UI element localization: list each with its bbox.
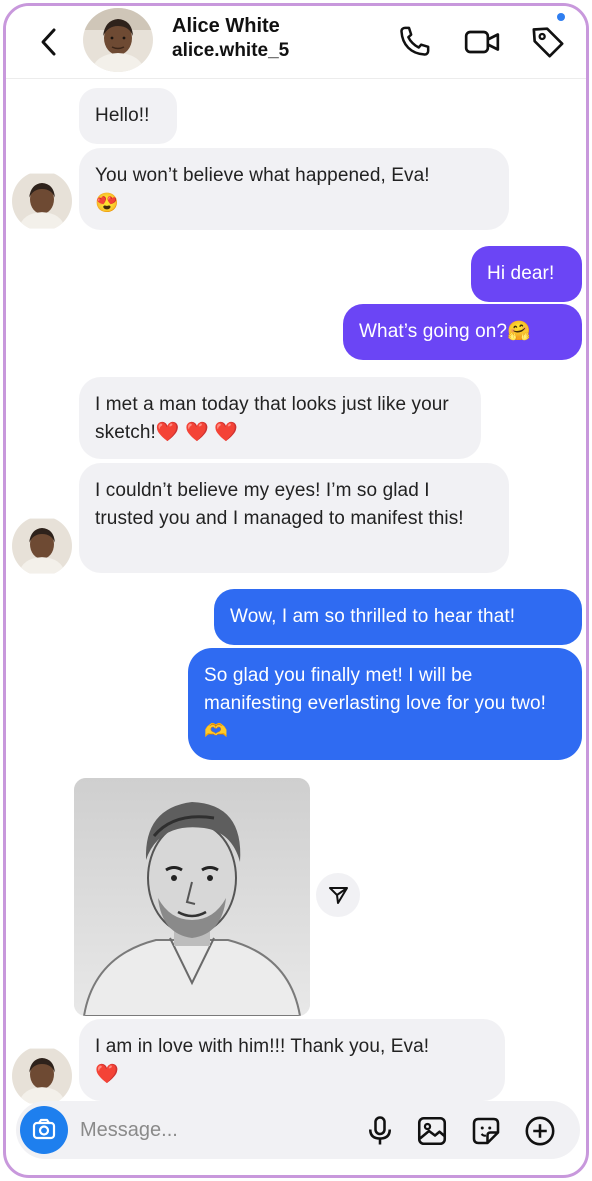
sticker-button[interactable] [468, 1113, 504, 1149]
phone-icon [400, 26, 430, 56]
message-incoming[interactable]: You won’t believe what happened, Eva! 😍 [79, 148, 509, 230]
video-icon [464, 30, 500, 54]
emoji-hearts: ❤️ ❤️ ❤️ [155, 422, 238, 443]
chat-header: Alice White alice.white_5 [6, 6, 586, 79]
message-incoming[interactable]: I met a man today that looks just like y… [79, 377, 481, 459]
message-text: So glad you finally met! I will be manif… [204, 665, 547, 714]
contact-username[interactable]: alice.white_5 [172, 40, 289, 62]
voice-button[interactable] [362, 1113, 398, 1149]
send-icon [329, 887, 348, 904]
header-avatar[interactable] [83, 8, 153, 72]
message-outgoing[interactable]: What’s going on?🤗 [343, 304, 582, 360]
gallery-icon [417, 1116, 447, 1146]
plus-icon [525, 1116, 555, 1146]
video-call-button[interactable] [462, 22, 502, 62]
message-incoming[interactable]: I couldn’t believe my eyes! I’m so glad … [79, 463, 509, 573]
message-composer: Message... [16, 1101, 580, 1159]
portrait-sketch-image [74, 778, 310, 1016]
notification-dot [557, 13, 565, 21]
message-outgoing[interactable]: Wow, I am so thrilled to hear that! [214, 589, 582, 645]
emoji-hug: 🤗 [507, 321, 531, 342]
message-text: Wow, I am so thrilled to hear that! [230, 606, 516, 627]
message-outgoing[interactable]: So glad you finally met! I will be manif… [188, 648, 582, 760]
microphone-icon [368, 1116, 392, 1145]
camera-icon [32, 1118, 56, 1140]
message-text: I couldn’t believe my eyes! I’m so glad … [95, 480, 464, 529]
gallery-button[interactable] [414, 1113, 450, 1149]
sender-avatar[interactable] [12, 1046, 72, 1106]
back-icon [41, 28, 56, 56]
call-button[interactable] [394, 22, 434, 62]
message-text: Hello!! [95, 105, 150, 126]
sender-avatar[interactable] [12, 516, 72, 576]
camera-button[interactable] [20, 1106, 68, 1154]
contact-name[interactable]: Alice White [172, 15, 280, 38]
message-text: Hi dear! [487, 263, 555, 284]
phone-frame: Alice White alice.white_5 Hello!! You wo… [3, 3, 589, 1178]
message-text: I am in love with him!!! Thank you, Eva! [95, 1036, 430, 1057]
sticker-icon [472, 1117, 500, 1145]
message-input[interactable]: Message... [80, 1119, 178, 1142]
sender-avatar[interactable] [12, 171, 72, 231]
tag-button[interactable] [528, 22, 568, 62]
emoji-heart-eyes: 😍 [95, 193, 119, 214]
message-text: What’s going on? [359, 321, 508, 342]
back-button[interactable] [34, 24, 64, 60]
share-button[interactable] [316, 873, 360, 917]
emoji-heart: ❤️ [95, 1064, 119, 1085]
tag-icon [532, 27, 564, 58]
message-incoming[interactable]: Hello!! [79, 88, 177, 144]
message-outgoing[interactable]: Hi dear! [471, 246, 582, 302]
message-text: You won’t believe what happened, Eva! [95, 165, 430, 186]
emoji-heart-hands: 🫶 [204, 721, 228, 742]
more-button[interactable] [522, 1113, 558, 1149]
message-incoming[interactable]: I am in love with him!!! Thank you, Eva!… [79, 1019, 505, 1101]
message-text: I met a man today that looks just like y… [95, 394, 449, 443]
shared-image[interactable] [74, 778, 310, 1016]
